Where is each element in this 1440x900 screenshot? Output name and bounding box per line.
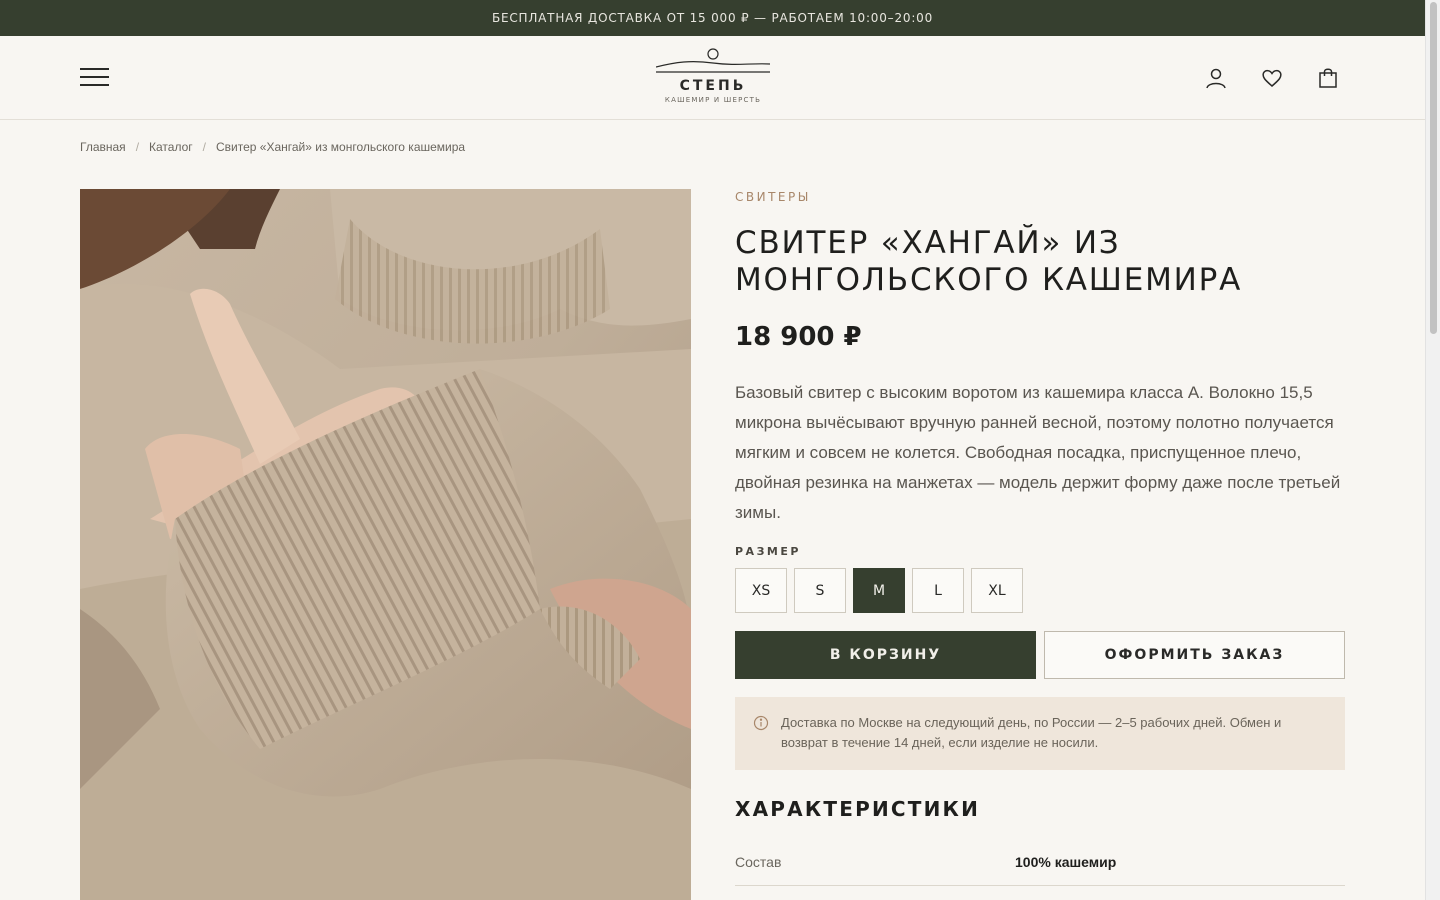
logo[interactable]: СТЕПЬ КАШЕМИР И ШЕРСТЬ — [656, 46, 770, 110]
breadcrumb: Главная / Каталог / Свитер «Хангай» из м… — [80, 140, 465, 154]
product-category[interactable]: СВИТЕРЫ — [735, 190, 811, 204]
size-option-m[interactable]: M — [853, 568, 905, 613]
breadcrumb-home[interactable]: Главная — [80, 140, 126, 154]
bag-icon[interactable] — [1316, 66, 1340, 90]
breadcrumb-current: Свитер «Хангай» из монгольского кашемира — [216, 140, 466, 154]
delivery-notice: Доставка по Москве на следующий день, по… — [735, 697, 1345, 770]
logo-name: СТЕПЬ — [679, 78, 747, 94]
size-option-xs[interactable]: XS — [735, 568, 787, 613]
checkout-button[interactable]: ОФОРМИТЬ ЗАКАЗ — [1044, 631, 1345, 679]
size-option-xl[interactable]: XL — [971, 568, 1023, 613]
delivery-notice-text: Доставка по Москве на следующий день, по… — [781, 715, 1282, 750]
logo-mountain-icon — [656, 48, 770, 73]
breadcrumb-catalog[interactable]: Каталог — [149, 140, 193, 154]
size-selector: XS S M L XL — [735, 568, 1023, 613]
page-scrollbar[interactable] — [1425, 0, 1440, 900]
product-photo[interactable] — [80, 189, 691, 900]
size-option-s[interactable]: S — [794, 568, 846, 613]
spec-row: Состав 100% кашемир — [735, 843, 1345, 886]
info-icon — [753, 715, 769, 737]
size-label: РАЗМЕР — [735, 545, 801, 558]
breadcrumb-separator: / — [202, 140, 206, 154]
breadcrumb-separator: / — [135, 140, 140, 154]
specs-title: ХАРАКТЕРИСТИКИ — [735, 797, 981, 821]
spec-value: 100% кашемир — [1015, 854, 1117, 870]
product-description: Базовый свитер с высоким воротом из каше… — [735, 383, 1341, 522]
heart-icon[interactable] — [1260, 66, 1284, 90]
logo-tagline: КАШЕМИР И ШЕРСТЬ — [664, 96, 762, 104]
promo-bar: БЕСПЛАТНАЯ ДОСТАВКА ОТ 15 000 ₽ — РАБОТА… — [0, 0, 1425, 36]
spec-key: Состав — [735, 854, 782, 870]
add-to-cart-button[interactable]: В КОРЗИНУ — [735, 631, 1036, 679]
site-header: СТЕПЬ КАШЕМИР И ШЕРСТЬ — [0, 36, 1425, 120]
promo-text: БЕСПЛАТНАЯ ДОСТАВКА ОТ 15 000 ₽ — РАБОТА… — [491, 11, 934, 25]
size-option-l[interactable]: L — [912, 568, 964, 613]
menu-icon[interactable] — [80, 68, 109, 88]
user-icon[interactable] — [1204, 66, 1228, 90]
product-title: СВИТЕР «ХАНГАЙ» ИЗ МОНГОЛЬСКОГО КАШЕМИРА — [735, 225, 1243, 298]
product-price: 18 900 ₽ — [735, 322, 862, 352]
scrollbar-thumb[interactable] — [1430, 2, 1437, 334]
